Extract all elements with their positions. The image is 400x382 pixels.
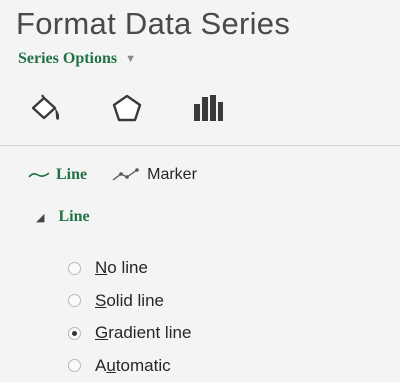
- subtab-line-label: Line: [56, 166, 87, 184]
- option-gradient-line[interactable]: Gradient line: [68, 317, 191, 350]
- subtab-row: Line Marker: [28, 166, 197, 184]
- series-options-tab[interactable]: [190, 88, 270, 128]
- fill-line-icon: [30, 93, 64, 123]
- fill-line-tab[interactable]: [30, 88, 110, 128]
- option-solid-line[interactable]: Solid line: [68, 285, 191, 318]
- pane-title: Format Data Series: [16, 6, 290, 42]
- series-options-dropdown[interactable]: Series Options ▼: [18, 50, 136, 68]
- divider: [0, 145, 400, 146]
- subtab-marker[interactable]: Marker: [111, 166, 197, 184]
- option-label: No line: [95, 258, 148, 278]
- subtab-line[interactable]: Line: [28, 166, 87, 184]
- option-no-line[interactable]: No line: [68, 252, 191, 285]
- effects-tab[interactable]: [110, 88, 190, 128]
- effects-pentagon-icon: [110, 93, 144, 123]
- section-title: Line: [58, 208, 89, 226]
- option-label: Gradient line: [95, 323, 191, 343]
- option-automatic[interactable]: Automatic: [68, 350, 191, 382]
- option-label: Automatic: [95, 356, 171, 376]
- radio-gradient-line[interactable]: [68, 327, 81, 340]
- marker-icon: [111, 168, 141, 182]
- line-icon: [28, 169, 50, 181]
- radio-no-line[interactable]: [68, 262, 81, 275]
- category-icon-row: [30, 88, 270, 128]
- line-options-list: No line Solid line Gradient line Automat…: [68, 252, 191, 382]
- radio-solid-line[interactable]: [68, 294, 81, 307]
- chevron-down-icon: ▼: [125, 53, 136, 65]
- line-section-header[interactable]: ◢ Line: [36, 208, 90, 226]
- collapse-triangle-icon: ◢: [36, 211, 44, 224]
- radio-automatic[interactable]: [68, 359, 81, 372]
- subtab-marker-label: Marker: [147, 166, 197, 184]
- option-label: Solid line: [95, 291, 164, 311]
- series-options-label: Series Options: [18, 50, 117, 68]
- series-options-bars-icon: [190, 93, 224, 123]
